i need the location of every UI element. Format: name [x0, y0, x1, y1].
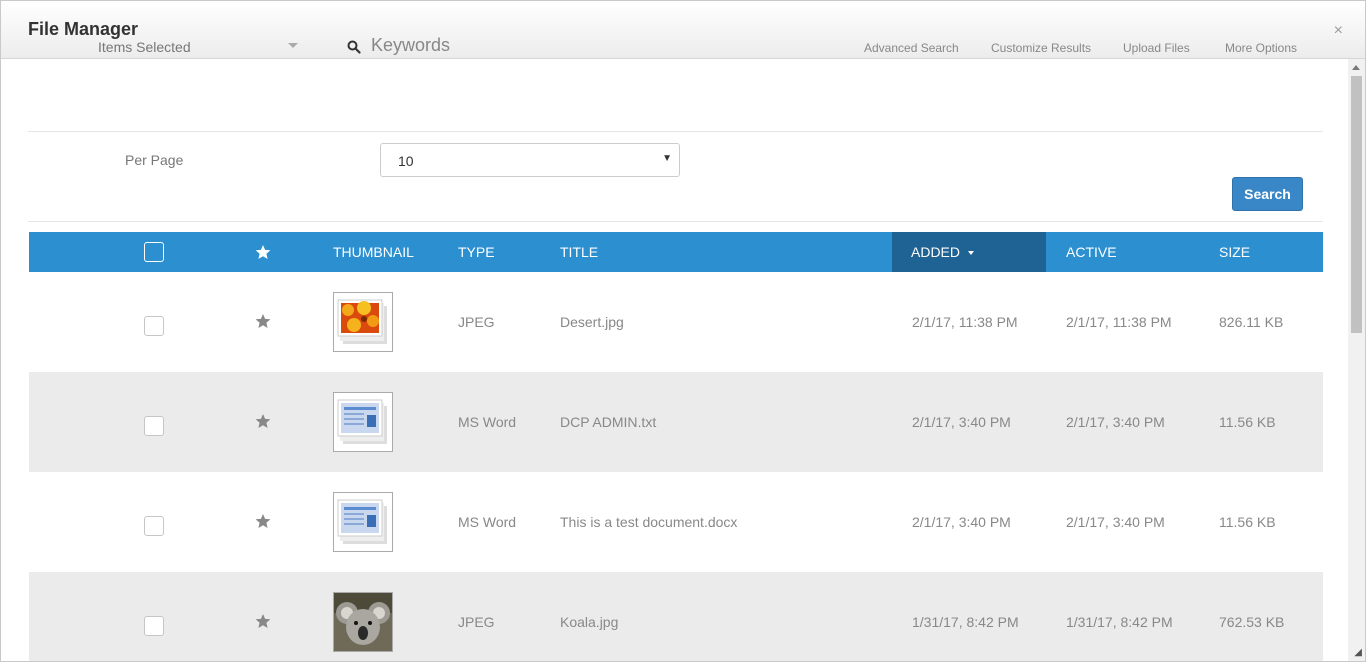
- per-page-select[interactable]: 10 ▼: [380, 143, 680, 177]
- per-page-label: Per Page: [125, 152, 184, 168]
- column-added[interactable]: ADDED: [892, 232, 1046, 272]
- row-checkbox[interactable]: [144, 416, 164, 436]
- row-type: JPEG: [458, 314, 495, 330]
- divider: [28, 221, 1323, 222]
- row-active: 2/1/17, 11:38 PM: [1066, 314, 1172, 330]
- row-added: 2/1/17, 11:38 PM: [912, 314, 1018, 330]
- row-title[interactable]: This is a test document.docx: [560, 514, 737, 530]
- sort-desc-icon: [968, 251, 975, 256]
- flower-image-thumbnail[interactable]: [333, 292, 393, 352]
- close-icon[interactable]: ×: [1334, 21, 1343, 41]
- star-icon[interactable]: [255, 244, 271, 260]
- search-icon: [347, 40, 361, 54]
- star-icon[interactable]: [255, 313, 271, 329]
- keywords-search-input[interactable]: [371, 35, 621, 56]
- row-added: 2/1/17, 3:40 PM: [912, 414, 1011, 430]
- column-type[interactable]: TYPE: [458, 232, 495, 272]
- per-page-value: 10: [398, 153, 414, 169]
- row-title[interactable]: DCP ADMIN.txt: [560, 414, 656, 430]
- search-button[interactable]: Search: [1232, 177, 1303, 211]
- table-row[interactable]: MS Word This is a test document.docx 2/1…: [29, 472, 1323, 572]
- row-checkbox[interactable]: [144, 316, 164, 336]
- column-thumbnail[interactable]: THUMBNAIL: [333, 232, 414, 272]
- row-size: 826.11 KB: [1219, 314, 1284, 330]
- search-toolbar: [28, 59, 1323, 132]
- row-title[interactable]: Desert.jpg: [560, 314, 624, 330]
- table-row[interactable]: JPEG Koala.jpg 1/31/17, 8:42 PM 1/31/17,…: [29, 572, 1323, 661]
- row-size: 11.56 KB: [1219, 414, 1276, 430]
- column-size[interactable]: SIZE: [1219, 232, 1250, 272]
- advanced-search-link[interactable]: Advanced Search: [864, 41, 959, 55]
- select-all-checkbox[interactable]: [144, 242, 164, 262]
- row-checkbox[interactable]: [144, 516, 164, 536]
- row-active: 1/31/17, 8:42 PM: [1066, 614, 1173, 630]
- scroll-up-arrow-icon[interactable]: [1352, 65, 1360, 70]
- row-size: 762.53 KB: [1219, 614, 1285, 630]
- customize-results-link[interactable]: Customize Results: [991, 41, 1091, 55]
- row-added: 2/1/17, 3:40 PM: [912, 514, 1011, 530]
- row-title[interactable]: Koala.jpg: [560, 614, 618, 630]
- row-checkbox[interactable]: [144, 616, 164, 636]
- table-header: THUMBNAIL TYPE TITLE ADDED ACTIVE SIZE: [29, 232, 1323, 272]
- scroll-thumb[interactable]: [1351, 76, 1362, 333]
- star-icon[interactable]: [255, 413, 271, 429]
- row-type: MS Word: [458, 414, 517, 430]
- column-added-label: ADDED: [911, 244, 961, 260]
- document-thumbnail[interactable]: [333, 392, 393, 452]
- items-selected-dropdown[interactable]: Items Selected: [98, 39, 298, 55]
- star-icon[interactable]: [255, 513, 271, 529]
- column-title[interactable]: TITLE: [560, 232, 598, 272]
- table-row[interactable]: MS Word DCP ADMIN.txt 2/1/17, 3:40 PM 2/…: [29, 372, 1323, 472]
- column-active[interactable]: ACTIVE: [1066, 232, 1117, 272]
- koala-image-thumbnail[interactable]: [333, 592, 393, 652]
- vertical-scrollbar[interactable]: [1348, 59, 1365, 661]
- star-icon[interactable]: [255, 613, 271, 629]
- select-arrow-icon: ▼: [662, 153, 672, 164]
- more-options-link[interactable]: More Options: [1225, 41, 1297, 55]
- row-type: MS Word: [458, 514, 517, 530]
- row-added: 1/31/17, 8:42 PM: [912, 614, 1019, 630]
- chevron-down-icon[interactable]: [288, 43, 298, 48]
- row-active: 2/1/17, 3:40 PM: [1066, 414, 1165, 430]
- table-row[interactable]: JPEG Desert.jpg 2/1/17, 11:38 PM 2/1/17,…: [29, 272, 1323, 372]
- document-thumbnail[interactable]: [333, 492, 393, 552]
- row-size: 11.56 KB: [1219, 514, 1276, 530]
- row-type: JPEG: [458, 614, 495, 630]
- resize-grip-icon[interactable]: ◢: [1354, 648, 1362, 658]
- file-manager-modal: File Manager × Items Selected Advanced S…: [0, 0, 1366, 662]
- row-active: 2/1/17, 3:40 PM: [1066, 514, 1165, 530]
- modal-title: File Manager: [28, 19, 139, 39]
- upload-files-link[interactable]: Upload Files: [1123, 41, 1190, 55]
